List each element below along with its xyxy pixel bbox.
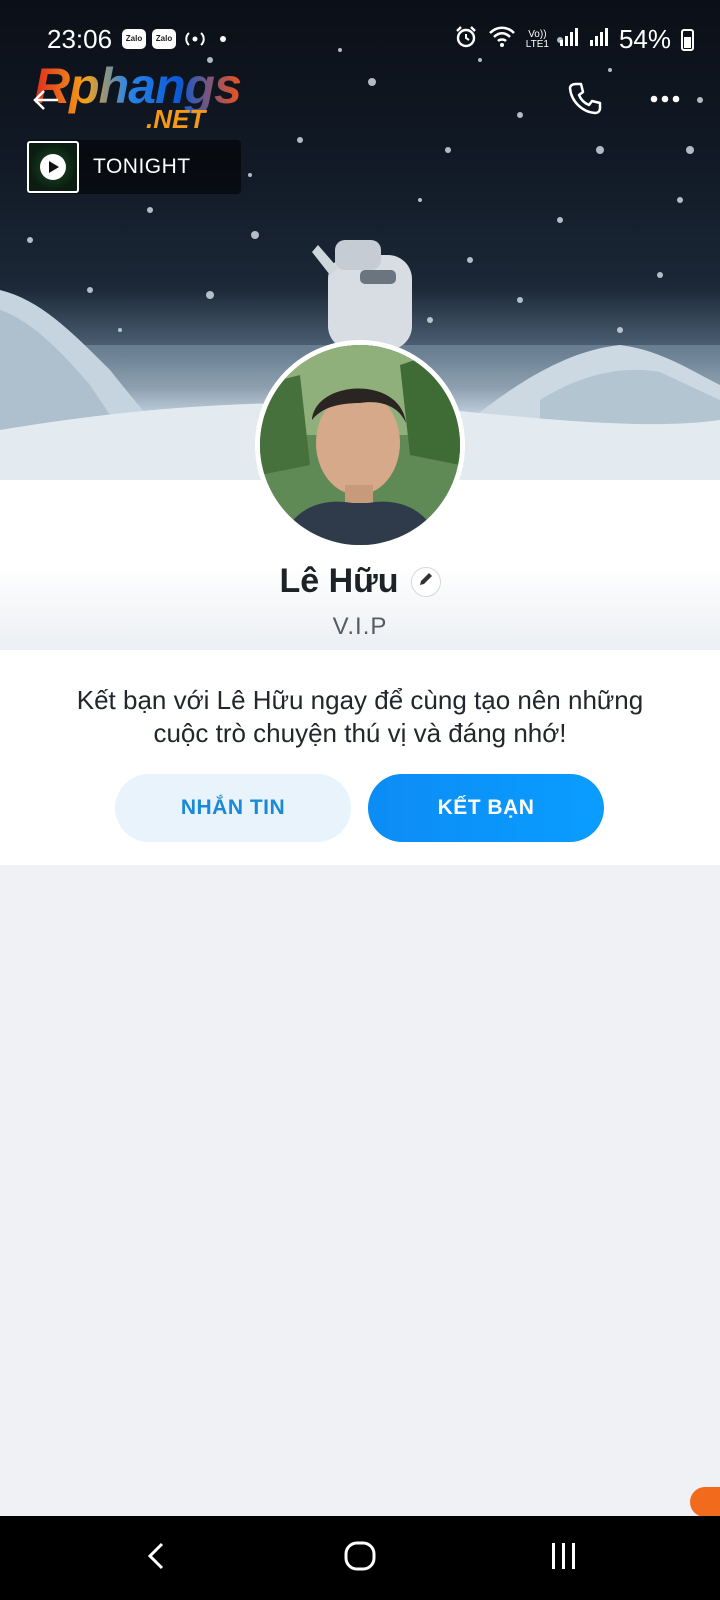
- zalo-notification-icon: Zalo: [152, 29, 176, 49]
- more-icon: [650, 91, 680, 109]
- phone-icon: [567, 80, 603, 121]
- music-title: TONIGHT: [93, 155, 191, 178]
- signal-icon: [589, 27, 609, 52]
- edit-name-button[interactable]: [410, 566, 441, 597]
- play-icon[interactable]: [40, 154, 66, 180]
- chevron-left-icon: [146, 1541, 166, 1576]
- floating-bubble-icon[interactable]: [690, 1487, 720, 1517]
- nav-recents-button[interactable]: [542, 1536, 586, 1580]
- add-friend-button[interactable]: KẾT BẠN: [368, 774, 604, 842]
- dot-indicator-icon: [220, 36, 226, 42]
- system-nav-bar: [0, 1516, 720, 1600]
- add-friend-card: Kết bạn với Lê Hữu ngay để cùng tạo nên …: [0, 650, 720, 865]
- music-thumbnail: [27, 141, 79, 193]
- wifi-icon: [488, 25, 516, 54]
- add-friend-prompt: Kết bạn với Lê Hữu ngay để cùng tạo nên …: [76, 685, 644, 748]
- more-options-button[interactable]: [643, 78, 687, 122]
- logo-suffix: .NET: [146, 104, 206, 134]
- profile-name: Lê Hữu: [279, 562, 399, 600]
- logo-text: Rphangs: [34, 58, 242, 114]
- status-time: 23:06: [47, 24, 113, 54]
- volte-icon: Vo)) LTE1: [525, 28, 549, 50]
- nav-back-button[interactable]: [134, 1536, 178, 1580]
- site-logo: Rphangs .NET: [34, 58, 242, 134]
- profile-name-row: Lê Hữu: [0, 562, 720, 601]
- back-arrow-icon[interactable]: [32, 88, 60, 112]
- pencil-icon: [418, 571, 434, 592]
- astronaut-figure: [312, 240, 412, 350]
- nav-home-button[interactable]: [338, 1536, 382, 1580]
- battery-icon: [681, 28, 694, 51]
- zalo-notification-icon: Zalo: [122, 29, 146, 49]
- home-icon: [343, 1540, 377, 1577]
- battery-percent: 54%: [618, 24, 671, 54]
- alarm-icon: [454, 25, 478, 54]
- recents-icon: [549, 1541, 579, 1576]
- profile-music-player[interactable]: TONIGHT: [27, 140, 241, 194]
- signal-icon: [559, 27, 579, 52]
- avatar[interactable]: [255, 340, 465, 550]
- profile-bio: V.I.P: [332, 613, 388, 640]
- hotspot-icon: [182, 28, 208, 55]
- message-button[interactable]: NHẮN TIN: [115, 774, 351, 842]
- call-button[interactable]: [563, 78, 607, 122]
